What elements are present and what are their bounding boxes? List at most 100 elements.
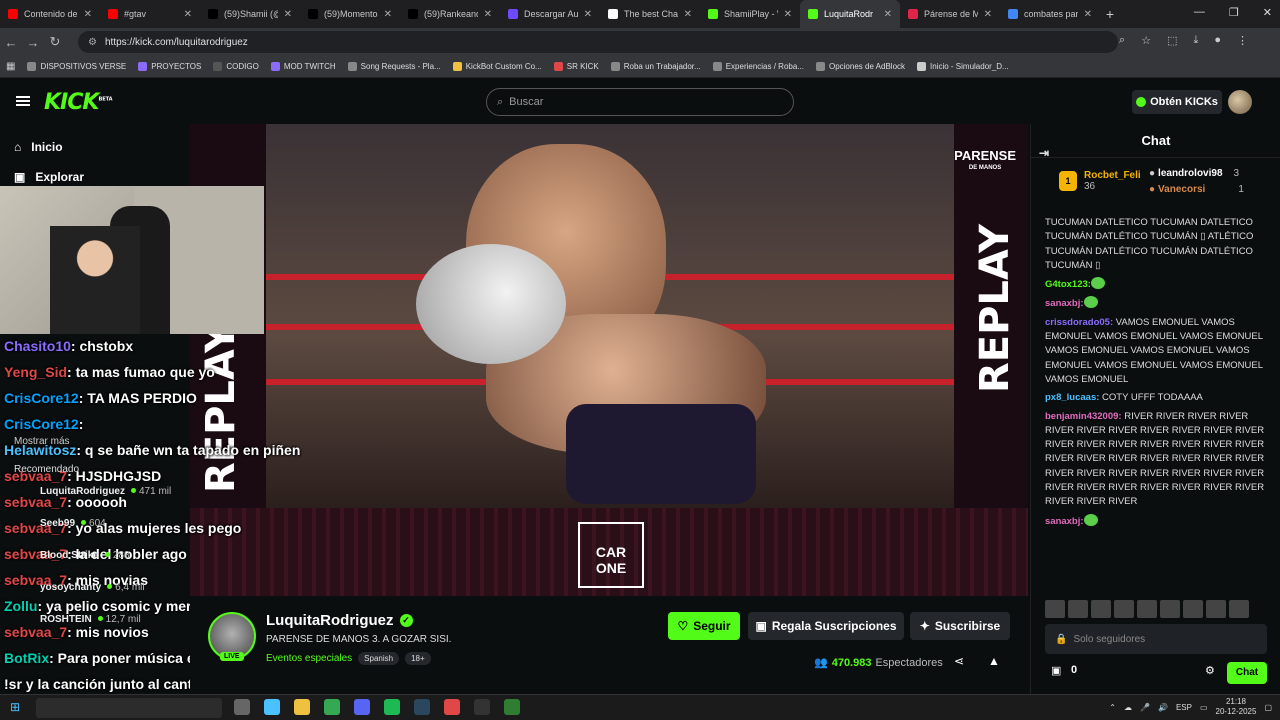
download-icon[interactable]: ⤓ [1193,34,1198,47]
taskbar-search[interactable] [36,698,222,718]
network-icon[interactable]: ▭ [1200,703,1208,712]
gifter-2[interactable]: ● leandrolovi98 3 [1149,168,1239,179]
explorer-icon[interactable] [294,699,310,715]
gift-subs-button[interactable]: ▣ Regala Suscripciones [748,612,904,640]
category-link[interactable]: Eventos especiales [266,653,352,664]
close-tab-icon[interactable]: ✕ [584,9,592,20]
close-tab-icon[interactable]: ✕ [984,9,992,20]
tray-chevron-icon[interactable]: ⌃ [1109,703,1116,712]
close-tab-icon[interactable]: ✕ [384,9,392,20]
emote-icon[interactable] [1068,600,1088,618]
share-icon[interactable]: ⋖ [954,654,964,668]
steam-icon[interactable] [414,699,430,715]
discord-icon[interactable] [354,699,370,715]
bookmark-item[interactable]: KickBot Custom Co... [452,62,542,71]
url-input[interactable]: ⚙ https://kick.com/luquitarodriguez [78,31,1118,53]
chat-username[interactable]: crissdorado05: [1045,317,1113,328]
emote-icon[interactable] [1114,600,1134,618]
back-icon[interactable]: ← [0,35,22,50]
browser-tab[interactable]: (59)Shamii (@ ✕ [200,0,300,28]
close-tab-icon[interactable]: ✕ [684,9,692,20]
recommended-channel[interactable]: Seeb99 604 [40,518,106,529]
minimize-icon[interactable]: — [1194,6,1205,19]
browser-tab[interactable]: combates para ✕ [1000,0,1100,28]
bookmark-item[interactable]: Opciones de AdBlock [815,62,905,71]
browser-tab[interactable]: #gtav ✕ [100,0,200,28]
close-tab-icon[interactable]: ✕ [784,9,792,20]
close-tab-icon[interactable]: ✕ [484,9,492,20]
menu-icon[interactable]: ⋮ [1237,34,1248,47]
maximize-icon[interactable]: ❐ [1229,6,1239,19]
browser-tab[interactable]: (59)Momentos ✕ [300,0,400,28]
bookmark-item[interactable]: Song Requests - Pla... [347,62,441,71]
kick-logo[interactable]: KICKBETA [44,90,113,115]
search-input[interactable]: ⌕ Buscar [486,88,794,116]
get-kicks-button[interactable]: Obtén KICKs [1132,90,1222,114]
browser-tab[interactable]: Contenido del ✕ [0,0,100,28]
task-view-icon[interactable] [234,699,250,715]
emote-icon[interactable] [1183,600,1203,618]
bookmark-item[interactable]: Experiencias / Roba... [712,62,804,71]
emote-icon[interactable] [1045,600,1065,618]
bookmark-item[interactable]: SR KICK [553,62,599,71]
forward-icon[interactable]: → [22,35,44,50]
cloud-icon[interactable]: ☁ [1124,703,1132,712]
reload-icon[interactable]: ↻ [44,34,66,50]
recommended-channel[interactable]: Blood Strike 288 [40,550,130,561]
follow-button[interactable]: ♡ Seguir [668,612,740,640]
profile-icon[interactable]: ● [1214,34,1221,47]
subscribe-button[interactable]: ✦ Suscribirse [910,612,1010,640]
tag-18[interactable]: 18+ [405,652,431,665]
channel-name[interactable]: LuquitaRodriguez ✓ [266,612,413,629]
browser-tab[interactable]: The best ChatG ✕ [600,0,700,28]
tag-spanish[interactable]: Spanish [358,652,400,665]
recommended-channel[interactable]: yosoychanty 6,4 mil [40,582,145,593]
bookmark-item[interactable]: CODIGO [213,62,259,71]
bookmark-item[interactable]: Roba un Trabajador... [610,62,701,71]
settings-gear-icon[interactable]: ⚙ [1205,664,1215,677]
bookmark-item[interactable]: Inicio - Simulador_D... [917,62,1009,71]
chat-username[interactable]: px8_lucaas: [1045,392,1099,403]
bookmark-item[interactable]: DISPOSITIVOS VERSE [27,62,126,71]
close-window-icon[interactable]: ✕ [1263,6,1272,19]
close-tab-icon[interactable]: ✕ [184,9,192,20]
recommended-channel[interactable]: ROSHTEIN 12,7 mil [40,614,141,625]
bookmark-item[interactable]: MOD TWITCH [270,62,336,71]
chat-username[interactable]: sanaxbj: [1045,516,1084,527]
clock[interactable]: 21:18 20-12-2025 [1216,697,1257,717]
app-icon[interactable] [474,699,490,715]
gifter-1[interactable]: 1 Rocbet_Feli 36 [1059,170,1141,192]
notification-icon[interactable]: ▢ [1264,703,1272,712]
browser-tab[interactable]: Descargar Aud ✕ [500,0,600,28]
app-icon[interactable] [444,699,460,715]
browser-tab[interactable]: ShamiiPlay - W ✕ [700,0,800,28]
close-tab-icon[interactable]: ✕ [1084,9,1092,20]
report-icon[interactable]: ▲ [988,654,1000,668]
chrome-icon[interactable] [324,699,340,715]
start-icon[interactable]: ⊞ [10,700,20,714]
close-tab-icon[interactable]: ✕ [284,9,292,20]
mic-icon[interactable]: 🎤 [1140,703,1150,712]
new-tab-icon[interactable]: + [1100,6,1120,22]
zoom-icon[interactable]: ⌕ [1119,34,1125,47]
emote-icon[interactable] [1206,600,1226,618]
sidebar-item-inicio[interactable]: ⌂ Inicio [14,140,63,154]
emote-icon[interactable] [1229,600,1249,618]
apps-icon[interactable]: ▦ [6,61,15,72]
recommended-channel[interactable]: LuquitaRodriguez 471 mil [40,486,171,497]
volume-icon[interactable]: 🔊 [1158,703,1168,712]
app-icon[interactable] [504,699,520,715]
chat-username[interactable]: G4tox123: [1045,279,1091,290]
chat-username[interactable]: sanaxbj: [1045,298,1084,309]
points-icon[interactable]: ▣ [1051,664,1061,677]
browser-tab[interactable]: Párense de Ma ✕ [900,0,1000,28]
extensions-icon[interactable]: ⬚ [1167,34,1177,47]
close-tab-icon[interactable]: ✕ [884,9,892,20]
site-info-icon[interactable]: ⚙ [88,37,97,48]
chat-input[interactable]: 🔒 Solo seguidores [1045,624,1267,654]
hamburger-menu-icon[interactable] [16,96,30,106]
spotify-icon[interactable] [384,699,400,715]
copilot-icon[interactable] [264,699,280,715]
browser-tab[interactable]: (59)Rankeando ✕ [400,0,500,28]
bookmark-item[interactable]: PROYECTOS [138,62,201,71]
